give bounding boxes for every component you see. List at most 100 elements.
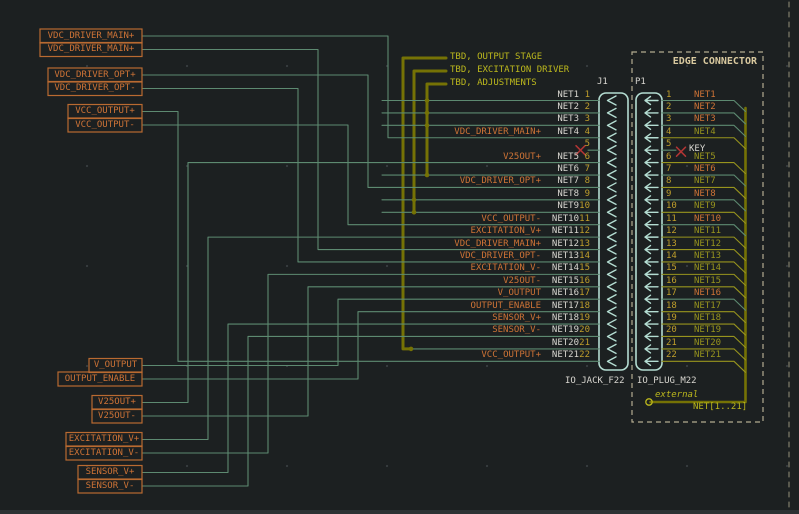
jack-pin-number[interactable]: 19 <box>550 314 590 323</box>
plug-net-label[interactable]: NET7 <box>694 177 716 186</box>
jack-part-label[interactable]: IO_JACK_F22 <box>565 377 625 386</box>
jack-pin-number[interactable]: 15 <box>550 264 590 273</box>
note-output-stage[interactable]: TBD, OUTPUT STAGE <box>450 53 542 62</box>
plug-pin-number[interactable]: 18 <box>666 302 677 311</box>
plug-net-label[interactable]: NET1 <box>694 91 716 100</box>
plug-net-label[interactable]: NET16 <box>694 289 721 298</box>
left-label-text[interactable]: VCC_OUTPUT- <box>68 121 142 130</box>
jack-pin-number[interactable]: 14 <box>550 252 590 261</box>
plug-pin-number[interactable]: 21 <box>666 339 677 348</box>
jack-pin-number[interactable]: 21 <box>550 339 590 348</box>
plug-pin-number[interactable]: 16 <box>666 277 677 286</box>
sheet-port-external-label[interactable]: external <box>655 391 698 400</box>
jack-pin-number[interactable]: 12 <box>550 227 590 236</box>
jack-pin-number[interactable]: 13 <box>550 240 590 249</box>
plug-pin-number[interactable]: 11 <box>666 215 677 224</box>
plug-net-label[interactable]: NET8 <box>694 190 716 199</box>
jack-pin-number[interactable]: 7 <box>550 165 590 174</box>
plug-pin-number[interactable]: 20 <box>666 326 677 335</box>
plug-ref-label[interactable]: P1 <box>635 78 646 87</box>
plug-pin-arrow-icon <box>645 159 658 167</box>
plug-net-label[interactable]: NET19 <box>694 326 721 335</box>
plug-pin-number[interactable]: 19 <box>666 314 677 323</box>
plug-pin-number[interactable]: 4 <box>666 128 671 137</box>
left-label-text[interactable]: EXCITATION_V+ <box>66 435 142 444</box>
plug-pin-arrow-icon <box>645 221 658 229</box>
plug-net-label[interactable]: NET9 <box>694 202 716 211</box>
jack-contact-icon <box>608 357 617 366</box>
left-label-text[interactable]: VDC_DRIVER_OPT+ <box>48 71 142 80</box>
jack-pin-number[interactable]: 10 <box>550 202 590 211</box>
plug-pin-number[interactable]: 22 <box>666 351 677 360</box>
jack-pin-number[interactable]: 18 <box>550 302 590 311</box>
plug-net-label[interactable]: NET3 <box>694 115 716 124</box>
jack-pin-number[interactable]: 6 <box>550 153 590 162</box>
plug-net-label[interactable]: NET18 <box>694 314 721 323</box>
plug-pin-number[interactable]: 1 <box>666 91 671 100</box>
plug-net-label[interactable]: NET15 <box>694 277 721 286</box>
plug-net-label[interactable]: NET17 <box>694 302 721 311</box>
plug-net-label[interactable]: NET10 <box>694 215 721 224</box>
plug-net-label[interactable]: NET4 <box>694 128 716 137</box>
left-label-text[interactable]: VDC_DRIVER_MAIN+ <box>40 32 142 41</box>
jack-pin-number[interactable]: 8 <box>550 177 590 186</box>
jack-pin-number[interactable]: 17 <box>550 289 590 298</box>
plug-part-label[interactable]: IO_PLUG_M22 <box>637 377 697 386</box>
plug-pin-number[interactable]: 3 <box>666 115 671 124</box>
jack-contact-icon <box>608 233 617 242</box>
jack-contact-icon <box>608 183 617 192</box>
junction-dot <box>425 111 430 116</box>
bus-net-range-label[interactable]: NET[1..21] <box>693 403 747 412</box>
left-label-text[interactable]: SENSOR_V- <box>78 482 142 491</box>
plug-net-label[interactable]: NET13 <box>694 252 721 261</box>
jack-pin-number[interactable]: 22 <box>550 351 590 360</box>
left-label-text[interactable]: VDC_DRIVER_OPT- <box>48 84 142 93</box>
jack-pin-number[interactable]: 16 <box>550 277 590 286</box>
plug-pin-number[interactable]: 9 <box>666 190 671 199</box>
plug-pin-number[interactable]: 6 <box>666 153 671 162</box>
left-label-text[interactable]: VCC_OUTPUT+ <box>68 107 142 116</box>
jack-pin-number[interactable]: 3 <box>550 115 590 124</box>
plug-net-label[interactable]: NET12 <box>694 240 721 249</box>
left-label-text[interactable]: SENSOR_V+ <box>78 468 142 477</box>
plug-net-label[interactable]: NET6 <box>694 165 716 174</box>
jack-pin-number[interactable]: 1 <box>550 91 590 100</box>
jack-ref-label[interactable]: J1 <box>597 78 608 87</box>
plug-net-label[interactable]: NET5 <box>694 153 716 162</box>
plug-pin-number[interactable]: 10 <box>666 202 677 211</box>
jack-contact-icon <box>608 121 617 130</box>
jack-pin-number[interactable]: 20 <box>550 326 590 335</box>
left-label-text[interactable]: EXCITATION_V- <box>66 449 142 458</box>
plug-net-label[interactable]: NET11 <box>694 227 721 236</box>
jack-pin-number[interactable]: 9 <box>550 190 590 199</box>
plug-pin-number[interactable]: 17 <box>666 289 677 298</box>
plug-pin-number[interactable]: 13 <box>666 240 677 249</box>
plug-pin-number[interactable]: 5 <box>666 140 671 149</box>
left-label-text[interactable]: V_OUTPUT <box>89 361 142 370</box>
plug-net-label[interactable]: NET14 <box>694 264 721 273</box>
schematic-canvas: TBD, OUTPUT STAGE TBD, EXCITATION DRIVER… <box>0 0 799 514</box>
jack-contact-icon <box>608 332 617 341</box>
footer-bar <box>0 510 799 514</box>
plug-pin-number[interactable]: 15 <box>666 264 677 273</box>
plug-pin-arrow-icon <box>645 171 658 179</box>
left-label-text[interactable]: V25OUT+ <box>92 398 142 407</box>
jack-pin-number[interactable]: 4 <box>550 128 590 137</box>
jack-pin-number[interactable]: 11 <box>550 215 590 224</box>
plug-pin-number[interactable]: 7 <box>666 165 671 174</box>
plug-pin-number[interactable]: 2 <box>666 103 671 112</box>
plug-pin-arrow-icon <box>645 320 658 328</box>
plug-pin-number[interactable]: 8 <box>666 177 671 186</box>
left-label-text[interactable]: VDC_DRIVER_MAIN+ <box>40 45 142 54</box>
left-label-text[interactable]: OUTPUT_ENABLE <box>58 375 142 384</box>
jack-pin-number[interactable]: 5 <box>550 140 590 149</box>
note-adjustments[interactable]: TBD, ADJUSTMENTS <box>450 79 537 88</box>
plug-pin-number[interactable]: 12 <box>666 227 677 236</box>
left-label-text[interactable]: V25OUT- <box>92 412 142 421</box>
plug-pin-number[interactable]: 14 <box>666 252 677 261</box>
plug-net-label[interactable]: NET2 <box>694 103 716 112</box>
note-excitation-driver[interactable]: TBD, EXCITATION DRIVER <box>450 66 569 75</box>
plug-net-label[interactable]: NET20 <box>694 339 721 348</box>
jack-pin-number[interactable]: 2 <box>550 103 590 112</box>
plug-net-label[interactable]: NET21 <box>694 351 721 360</box>
